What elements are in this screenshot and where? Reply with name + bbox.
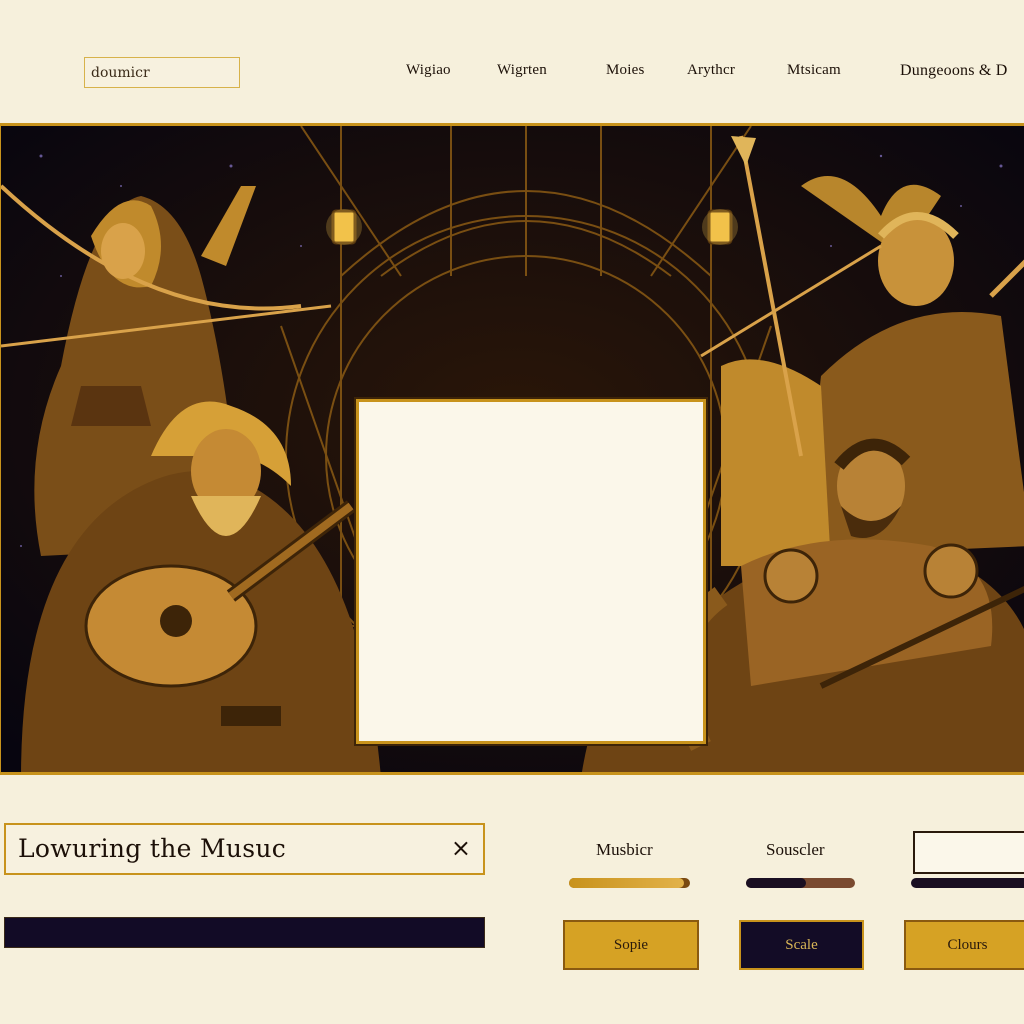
video-placeholder-frame[interactable] [354, 397, 708, 746]
save-button[interactable]: Sopie [563, 920, 699, 970]
track-title: Lowuring the Musuc [18, 834, 287, 863]
lantern-icon-left [326, 209, 362, 245]
sound-label: Souscler [766, 840, 825, 859]
nav-item-2[interactable]: Wigrten [497, 62, 547, 79]
nav-item-4[interactable]: Arythcr [687, 62, 735, 79]
close-button[interactable]: Clours [904, 920, 1024, 970]
nav-item-5[interactable]: Mtsicam [787, 62, 841, 79]
scale-button[interactable]: Scale [739, 920, 864, 970]
extra-slider[interactable] [911, 878, 1024, 888]
sound-volume-slider[interactable] [746, 878, 855, 888]
close-icon[interactable]: × [451, 834, 471, 862]
top-header: Wigiao Wigrten Moies Arythcr Mtsicam Dun… [0, 0, 1024, 124]
now-playing-field[interactable]: Lowuring the Musuc × [4, 823, 485, 875]
music-volume-slider[interactable] [569, 878, 690, 888]
nav-item-3[interactable]: Moies [606, 62, 645, 79]
playback-progress-bar[interactable] [4, 917, 485, 948]
nav-item-1[interactable]: Wigiao [406, 62, 451, 79]
music-volume-fill [569, 878, 684, 888]
lantern-icon-right [702, 209, 738, 245]
main-nav: Wigiao Wigrten Moies Arythcr Mtsicam Dun… [0, 62, 1024, 88]
sound-volume-fill [746, 878, 806, 888]
nav-item-6[interactable]: Dungeoons & D [900, 62, 1007, 80]
value-input[interactable] [913, 831, 1024, 874]
hero-banner [0, 123, 1024, 775]
music-label: Musbicr [596, 840, 653, 859]
